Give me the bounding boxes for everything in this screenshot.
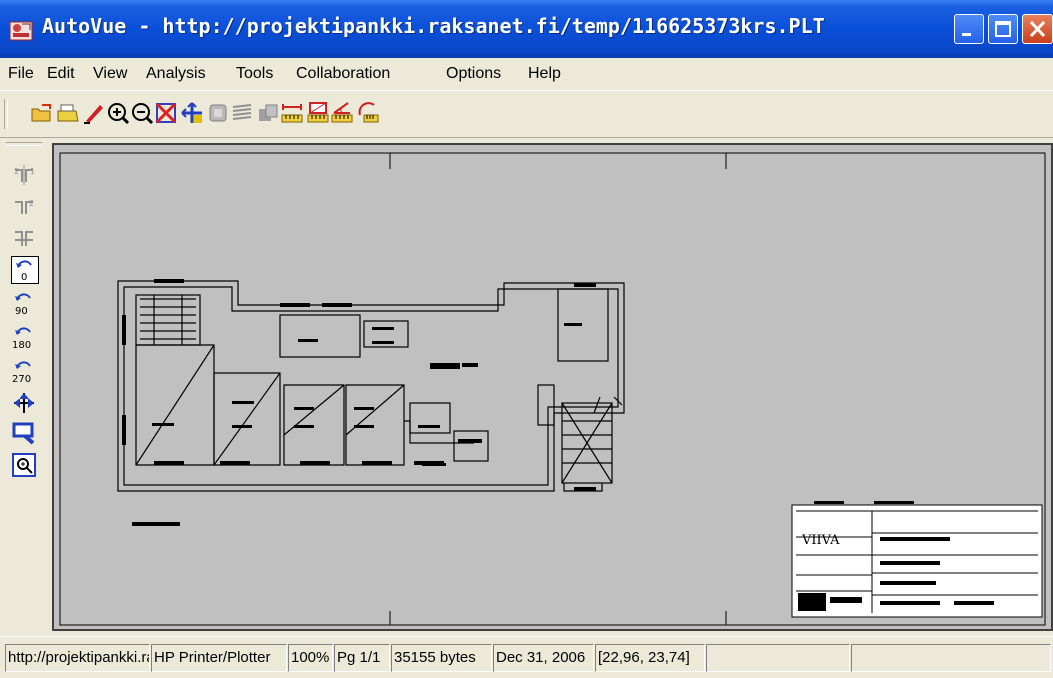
menu-tools[interactable]: Tools bbox=[236, 65, 273, 83]
menu-help[interactable]: Help bbox=[528, 65, 561, 83]
minimize-icon bbox=[962, 33, 971, 36]
rotate-270-icon[interactable]: 270 bbox=[11, 358, 37, 384]
svg-text:1: 1 bbox=[30, 167, 35, 176]
mirror-icon[interactable] bbox=[11, 226, 37, 252]
main-toolbar bbox=[0, 90, 1053, 138]
fit-red-icon[interactable] bbox=[154, 101, 178, 125]
title-block-brand: VIIVA bbox=[801, 533, 840, 548]
svg-text:2: 2 bbox=[14, 167, 19, 176]
svg-text:180: 180 bbox=[12, 340, 31, 350]
flip1-icon[interactable]: 21 bbox=[11, 162, 37, 188]
window-title: AutoVue - http://projektipankki.raksanet… bbox=[42, 14, 825, 38]
menu-view[interactable]: View bbox=[93, 65, 127, 83]
zoom-in-icon[interactable] bbox=[106, 101, 130, 125]
status-zoom: 100% bbox=[288, 644, 333, 672]
status-progress bbox=[706, 644, 850, 672]
title-block: VIIVA bbox=[791, 501, 1043, 618]
drawing-scale-label bbox=[132, 522, 180, 526]
close-button[interactable] bbox=[1022, 14, 1053, 44]
status-size: 35155 bytes bbox=[391, 644, 492, 672]
toolbar-grip[interactable] bbox=[4, 99, 8, 129]
menu-options[interactable]: Options bbox=[446, 65, 501, 83]
magnifier-icon[interactable] bbox=[11, 420, 37, 446]
maximize-icon bbox=[995, 21, 1011, 37]
measure-arc-icon[interactable] bbox=[356, 101, 380, 125]
menu-collaboration[interactable]: Collaboration bbox=[296, 65, 390, 83]
autovue-app-icon[interactable] bbox=[8, 18, 34, 44]
status-date: Dec 31, 2006 bbox=[493, 644, 594, 672]
pan-arrow-icon[interactable] bbox=[11, 390, 37, 416]
rotate-90-icon[interactable]: 90 bbox=[11, 290, 37, 316]
lines-gray-icon[interactable] bbox=[230, 101, 254, 125]
pan-icon[interactable] bbox=[180, 101, 204, 125]
layers-gray-icon[interactable] bbox=[206, 101, 230, 125]
measure-distance-icon[interactable] bbox=[280, 101, 304, 125]
open-yellow-icon[interactable] bbox=[56, 101, 80, 125]
svg-text:270: 270 bbox=[12, 374, 31, 384]
rotate-0-icon[interactable]: 0 bbox=[11, 256, 39, 284]
measure-area-icon[interactable] bbox=[306, 101, 330, 125]
status-printer: HP Printer/Plotter bbox=[151, 644, 287, 672]
menu-bar: File Edit View Analysis Tools Collaborat… bbox=[0, 58, 1053, 90]
maximize-button[interactable] bbox=[988, 14, 1018, 44]
minimize-button[interactable] bbox=[954, 14, 984, 44]
zoom-out-icon[interactable] bbox=[130, 101, 154, 125]
left-toolbar: 21 2 0 90 180 270 bbox=[0, 138, 52, 630]
flip2-icon[interactable]: 2 bbox=[11, 194, 37, 220]
block-gray-icon[interactable] bbox=[256, 101, 280, 125]
status-bar: http://projektipankki.raksanet.fi/temp/1… bbox=[0, 636, 1053, 678]
zoom-window-icon[interactable] bbox=[11, 452, 37, 478]
svg-text:0: 0 bbox=[21, 272, 27, 283]
rotate-180-icon[interactable]: 180 bbox=[11, 324, 37, 350]
drawing-canvas[interactable]: VIIVA bbox=[52, 143, 1053, 631]
status-coords: [22,96, 23,74] bbox=[595, 644, 705, 672]
floor-plan-drawing: VIIVA bbox=[59, 152, 1046, 626]
menu-file[interactable]: File bbox=[8, 65, 34, 83]
svg-text:90: 90 bbox=[15, 306, 28, 316]
status-page: Pg 1/1 bbox=[334, 644, 390, 672]
left-toolbar-grip[interactable] bbox=[6, 142, 42, 146]
svg-text:2: 2 bbox=[29, 199, 34, 208]
menu-analysis[interactable]: Analysis bbox=[146, 65, 206, 83]
title-bar: AutoVue - http://projektipankki.raksanet… bbox=[0, 0, 1053, 58]
measure-angle-icon[interactable] bbox=[330, 101, 354, 125]
close-icon bbox=[1029, 20, 1046, 38]
markup-pen-icon[interactable] bbox=[82, 101, 106, 125]
status-url: http://projektipankki.raksanet.fi/temp/1… bbox=[5, 644, 150, 672]
building-outline bbox=[117, 280, 625, 492]
status-extra bbox=[851, 644, 1051, 672]
room-labels bbox=[152, 323, 582, 466]
menu-edit[interactable]: Edit bbox=[47, 65, 75, 83]
open-folder-icon[interactable] bbox=[30, 101, 54, 125]
